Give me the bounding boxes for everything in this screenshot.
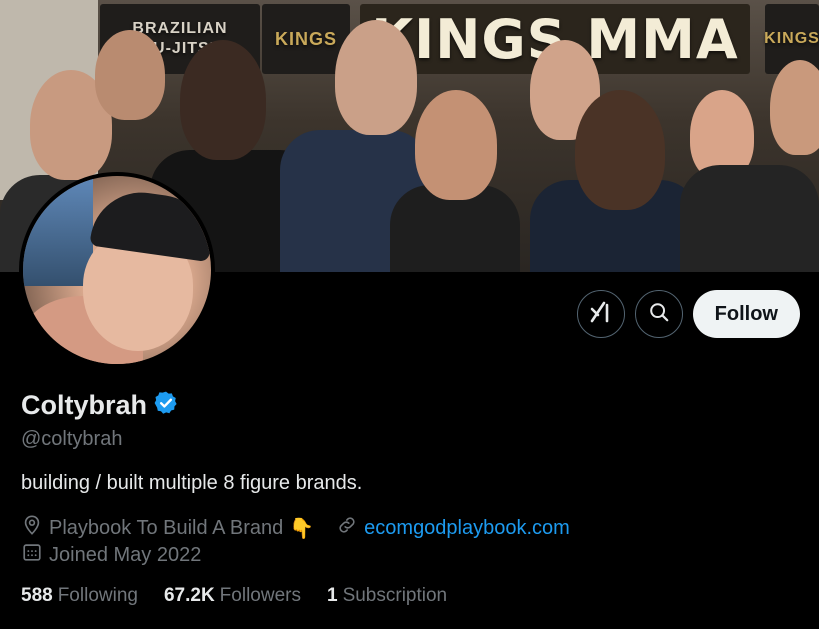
followers-stat[interactable]: 67.2K Followers: [164, 585, 301, 607]
banner-person: [415, 90, 497, 200]
banner-person: [575, 90, 665, 210]
profile-location: Playbook To Build A Brand 👇: [21, 514, 314, 542]
profile-name-row: Coltybrah: [21, 390, 179, 421]
joined-text: Joined May 2022: [49, 543, 202, 566]
following-count: 588: [21, 585, 53, 606]
following-stat[interactable]: 588 Following: [21, 585, 138, 607]
subscription-stat[interactable]: 1 Subscription: [327, 585, 447, 607]
verified-badge-icon[interactable]: [153, 390, 179, 421]
banner-person: [770, 60, 819, 155]
profile-joined-row: Joined May 2022: [21, 541, 223, 569]
avatar-image: [23, 176, 211, 364]
profile-handle: @coltybrah: [21, 428, 123, 450]
grok-icon: [589, 300, 613, 329]
calendar-icon: [21, 541, 43, 569]
following-label: Following: [57, 585, 138, 606]
followers-label: Followers: [219, 585, 301, 606]
follow-button[interactable]: Follow: [692, 290, 800, 338]
banner-person: [680, 165, 819, 272]
search-button[interactable]: [634, 290, 683, 338]
banner-person: [335, 20, 417, 135]
profile-avatar[interactable]: [19, 172, 215, 368]
banner-person: [95, 30, 165, 120]
profile-meta-row: Playbook To Build A Brand 👇 ecomgodplayb…: [21, 514, 592, 542]
profile-website[interactable]: ecomgodplaybook.com: [336, 514, 570, 542]
subscription-count: 1: [326, 585, 338, 606]
search-icon: [648, 301, 670, 328]
profile-joined: Joined May 2022: [21, 541, 201, 569]
location-pin-icon: [21, 514, 43, 542]
banner-person: [180, 40, 266, 160]
display-name: Coltybrah: [21, 390, 148, 420]
grok-button[interactable]: [576, 290, 625, 338]
link-icon: [336, 514, 358, 542]
profile-bio: building / built multiple 8 figure brand…: [21, 472, 363, 494]
profile-actions: Follow: [576, 290, 800, 338]
pointing-down-emoji: 👇: [289, 517, 315, 540]
website-link[interactable]: ecomgodplaybook.com: [364, 517, 570, 540]
subscription-label: Subscription: [342, 585, 448, 606]
location-text: Playbook To Build A Brand: [49, 516, 284, 539]
followers-count: 67.2K: [163, 585, 215, 606]
profile-stats: 588 Following 67.2K Followers 1 Subscriptio…: [21, 585, 447, 607]
